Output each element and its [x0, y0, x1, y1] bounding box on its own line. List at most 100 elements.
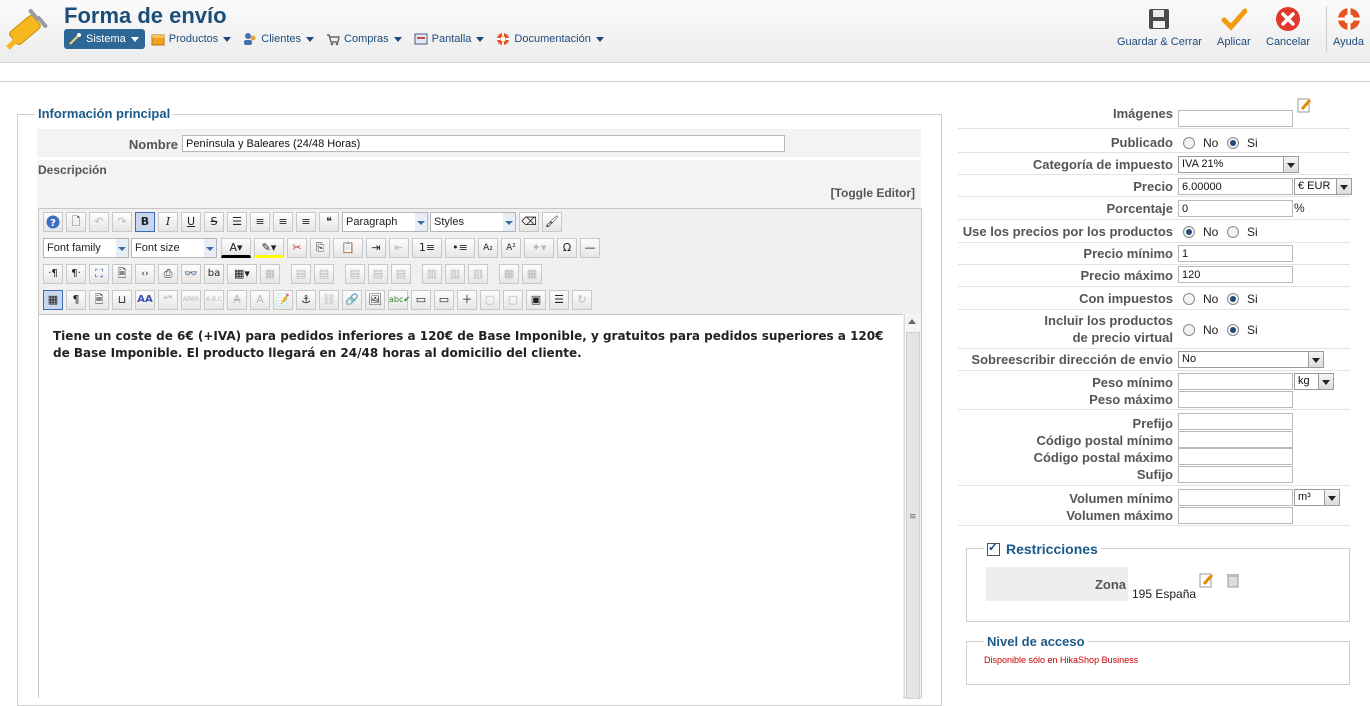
trash-icon[interactable]	[1226, 572, 1240, 588]
menu-pantalla[interactable]: Pantalla	[410, 29, 491, 49]
acronym-icon[interactable]: A.B.C	[204, 290, 224, 310]
with-taxes-yes-radio[interactable]	[1227, 293, 1239, 305]
placeholder-a-icon[interactable]: ▢	[480, 290, 500, 310]
scroll-up-icon[interactable]	[908, 319, 916, 324]
ordered-list-icon[interactable]: 1≡	[412, 238, 442, 258]
align-center-icon[interactable]: ≡	[250, 212, 270, 232]
edit-pencil-icon[interactable]	[1297, 97, 1313, 113]
delete-row-icon[interactable]: ▤	[391, 264, 411, 284]
font-family-select[interactable]: Font family	[43, 238, 129, 258]
toggle-editor-link[interactable]: [Toggle Editor]	[800, 186, 915, 200]
template-icon[interactable]: 🗎	[89, 290, 109, 310]
table-dropdown-icon[interactable]: ▦▾	[227, 264, 257, 284]
outdent-icon[interactable]: ⇤	[389, 238, 409, 258]
link-icon[interactable]: 🔗	[342, 290, 362, 310]
print-icon[interactable]: ⎙	[158, 264, 178, 284]
visual-aid-icon[interactable]: ▦	[43, 290, 63, 310]
format-select[interactable]: Paragraph	[342, 212, 428, 232]
readmore-icon[interactable]: ▭	[434, 290, 454, 310]
min-zip-field[interactable]	[1178, 431, 1293, 448]
fullscreen-icon[interactable]: ⛶	[89, 264, 109, 284]
strikethrough-icon[interactable]: S	[204, 212, 224, 232]
menu-sistema[interactable]: Sistema	[64, 29, 145, 49]
min-price-field[interactable]: 1	[1178, 245, 1293, 262]
undo-icon[interactable]: ↶	[89, 212, 109, 232]
max-zip-field[interactable]	[1178, 448, 1293, 465]
insert-row-before-icon[interactable]: ▤	[345, 264, 365, 284]
show-blocks-icon[interactable]: ¶	[66, 290, 86, 310]
menu-documentacion[interactable]: Documentación	[492, 29, 609, 49]
insert-col-before-icon[interactable]: ▥	[422, 264, 442, 284]
restrictions-checkbox[interactable]: ✓	[987, 540, 1000, 556]
suffix-field[interactable]	[1178, 466, 1293, 483]
product-prices-yes-radio[interactable]	[1227, 226, 1239, 238]
cite-icon[interactable]: ❝❞	[158, 290, 178, 310]
delete-col-icon[interactable]: ▥	[468, 264, 488, 284]
article-icon[interactable]: ＋	[457, 290, 477, 310]
max-weight-field[interactable]	[1178, 391, 1293, 408]
styles-select[interactable]: Styles	[430, 212, 516, 232]
align-left-icon[interactable]: ≡	[273, 212, 293, 232]
ltr-icon[interactable]: ·¶	[43, 264, 63, 284]
merge-cells-icon[interactable]: ▦	[522, 264, 542, 284]
insert-row-after-icon[interactable]: ▤	[368, 264, 388, 284]
max-price-field[interactable]: 120	[1178, 266, 1293, 283]
menu-clientes[interactable]: Clientes	[239, 29, 320, 49]
row-props-icon[interactable]: ▤	[291, 264, 311, 284]
font-size-select[interactable]: Font size	[131, 238, 217, 258]
bold-icon[interactable]: B	[135, 212, 155, 232]
non-breaking-icon[interactable]: ⊔	[112, 290, 132, 310]
editor-content-area[interactable]: Tiene un coste de 6€ (+IVA) para pedidos…	[39, 314, 903, 698]
rtl-icon[interactable]: ¶·	[66, 264, 86, 284]
italic-icon[interactable]: I	[158, 212, 178, 232]
cell-props-icon[interactable]: ▤	[314, 264, 334, 284]
align-justify-icon[interactable]: ☰	[227, 212, 247, 232]
search-icon[interactable]: 👓	[181, 264, 201, 284]
save-close-button[interactable]: Guardar & Cerrar	[1117, 6, 1202, 56]
blockquote-icon[interactable]: ❝	[319, 212, 339, 232]
subscript-icon[interactable]: A₂	[478, 238, 498, 258]
pagebreak-icon[interactable]: ▭	[411, 290, 431, 310]
weight-unit-select[interactable]: kg	[1294, 373, 1334, 390]
align-right-icon[interactable]: ≡	[296, 212, 316, 232]
include-virtual-no-radio[interactable]	[1183, 324, 1195, 336]
cancel-button[interactable]: Cancelar	[1266, 6, 1310, 56]
text-color-icon[interactable]: A▾	[221, 238, 251, 258]
include-virtual-yes-radio[interactable]	[1227, 324, 1239, 336]
apply-button[interactable]: Aplicar	[1217, 6, 1251, 56]
unlink-icon[interactable]: ⛓	[319, 290, 339, 310]
volume-unit-select[interactable]: m³	[1294, 489, 1340, 506]
image-icon[interactable]: 🖼	[365, 290, 385, 310]
split-cells-icon[interactable]: ▦	[499, 264, 519, 284]
help-icon[interactable]: ?	[43, 212, 63, 232]
price-field[interactable]: 6.00000	[1178, 178, 1293, 195]
new-document-icon[interactable]: 🗋	[66, 212, 86, 232]
placeholder-b-icon[interactable]: ▢	[503, 290, 523, 310]
images-field[interactable]	[1178, 110, 1293, 127]
restore-icon[interactable]: ↻	[572, 290, 592, 310]
unordered-list-icon[interactable]: •≡	[445, 238, 475, 258]
override-address-select[interactable]: No	[1178, 351, 1324, 368]
delete-table-icon[interactable]: ▦	[260, 264, 280, 284]
underline-icon[interactable]: U	[181, 212, 201, 232]
replace-icon[interactable]: ba	[204, 264, 224, 284]
style-props-icon[interactable]: AA	[135, 290, 155, 310]
min-volume-field[interactable]	[1178, 489, 1293, 506]
max-volume-field[interactable]	[1178, 507, 1293, 524]
layer-icon[interactable]: ▣	[526, 290, 546, 310]
cut-icon[interactable]: ✂	[287, 238, 307, 258]
spellcheck-icon[interactable]: abc✔	[388, 290, 410, 310]
code-icon[interactable]: ‹›	[135, 264, 155, 284]
character-map-dropdown-icon[interactable]: ✦▾	[524, 238, 554, 258]
copy-icon[interactable]: ⎘	[310, 238, 330, 258]
anchor-icon[interactable]: ⚓	[296, 290, 316, 310]
editor-scrollbar[interactable]: ≡	[904, 314, 921, 699]
name-field[interactable]: Península y Baleares (24/48 Horas)	[182, 135, 785, 152]
insert-text-icon[interactable]: A	[250, 290, 270, 310]
superscript-icon[interactable]: A²	[501, 238, 521, 258]
insert-col-after-icon[interactable]: ▥	[445, 264, 465, 284]
help-button[interactable]: Ayuda	[1333, 6, 1364, 56]
with-taxes-no-radio[interactable]	[1183, 293, 1195, 305]
menu-compras[interactable]: Compras	[322, 29, 408, 49]
menu-productos[interactable]: Productos	[147, 29, 238, 49]
